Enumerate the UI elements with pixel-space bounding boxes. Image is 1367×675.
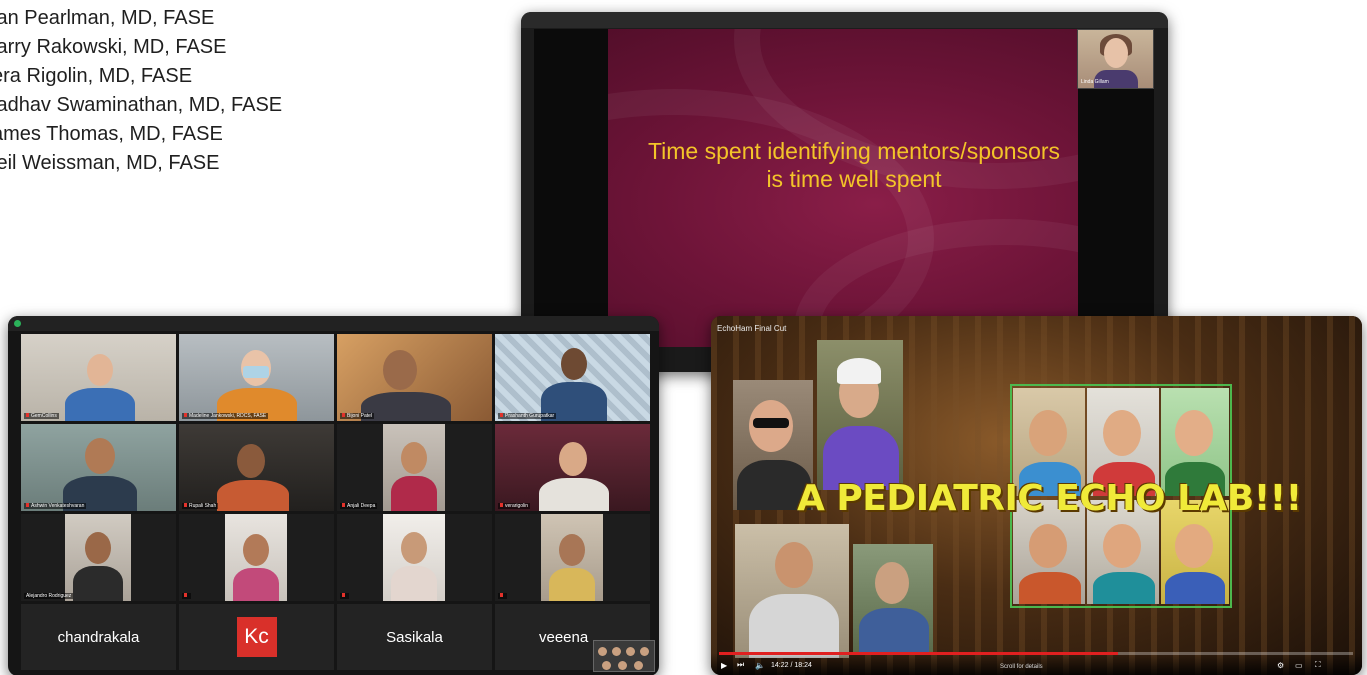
play-icon[interactable]: ▶ — [721, 661, 727, 670]
video-call-gallery-window: GemCollins Madeline Jankowski, RDCS, FAS… — [8, 316, 659, 675]
next-icon[interactable]: ⏭ — [737, 660, 744, 670]
faculty-name: ames Thomas, MD, FASE — [0, 123, 223, 145]
participant-tile[interactable] — [337, 514, 492, 601]
participant-name: GemCollins — [31, 413, 57, 419]
participant-tile-camera-off[interactable]: chandrakala — [21, 604, 176, 670]
collage-stage: lan Pearlman, MD, FASE larry Rakowski, M… — [0, 0, 1367, 675]
participant-tile[interactable] — [179, 514, 334, 601]
participant-name: Anjali Deepa — [347, 503, 376, 509]
participant-tile-camera-off[interactable]: Sasikala — [337, 604, 492, 670]
slide-text: Time spent identifying mentors/sponsors … — [647, 138, 1061, 192]
faculty-name: larry Rakowski, MD, FASE — [0, 36, 227, 58]
participant-display-name: Sasikala — [386, 628, 443, 646]
video-player-window: EchoHam Final Cut A PEDIATRIC ECHO LAB!!… — [711, 316, 1362, 675]
participant-name: verarigolin — [505, 503, 529, 509]
video-progress-fill — [719, 652, 1119, 655]
self-view-thumbnail[interactable] — [593, 640, 655, 672]
participant-tile[interactable]: Rupali Shah — [179, 424, 334, 511]
faculty-name: leil Weissman, MD, FASE — [0, 152, 220, 174]
faculty-name-list: lan Pearlman, MD, FASE larry Rakowski, M… — [0, 4, 282, 178]
participant-tile[interactable]: Anjali Deepa — [337, 424, 492, 511]
video-title[interactable]: EchoHam Final Cut — [717, 324, 786, 333]
participant-name: Prashanth Gurupatkar — [505, 413, 555, 419]
settings-gear-icon[interactable]: ⚙ — [1277, 661, 1284, 670]
faculty-name: era Rigolin, MD, FASE — [0, 65, 193, 87]
participant-tile[interactable]: GemCollins — [21, 334, 176, 421]
slide-letterbox-right — [1078, 87, 1154, 347]
fullscreen-icon[interactable]: ⛶ — [1315, 660, 1321, 670]
faculty-name: lan Pearlman, MD, FASE — [0, 7, 215, 29]
volume-icon[interactable]: 🔈 — [755, 661, 765, 670]
slide-letterbox-left — [534, 29, 608, 347]
participant-name: Rupali Shah — [189, 503, 217, 509]
participant-name: Madeline Jankowski, RDCS, FASE — [189, 413, 267, 419]
video-caption-text: A PEDIATRIC ECHO LAB!!! — [797, 478, 1302, 519]
speaker-name-tag: Linda Gillam — [1081, 79, 1109, 85]
cast-icon[interactable]: ▭ — [1295, 661, 1303, 670]
scroll-hint-text: Scroll for details — [1000, 664, 1043, 670]
speaker-video-thumbnail[interactable]: Linda Gillam — [1077, 29, 1154, 89]
participant-tile[interactable]: Ashwin Venkateshvaran — [21, 424, 176, 511]
window-title-bar — [8, 316, 659, 331]
participant-tile[interactable]: Prashanth Gurupatkar — [495, 334, 650, 421]
participant-name: Ashwin Venkateshvaran — [31, 503, 85, 509]
video-progress-bar[interactable] — [719, 652, 1353, 655]
participant-tile-active-speaker[interactable]: Madeline Jankowski, RDCS, FASE — [179, 334, 334, 421]
participant-tile[interactable] — [495, 514, 650, 601]
video-clip-person — [817, 340, 903, 490]
participant-tile[interactable]: Bijoni Patel — [337, 334, 492, 421]
video-time-readout: 14:22 / 18:24 — [771, 662, 812, 669]
participant-name: Alejandro Rodriguez — [26, 593, 72, 599]
video-clip-person — [853, 544, 933, 654]
participant-tile[interactable]: Alejandro Rodriguez — [21, 514, 176, 601]
participant-initials-avatar: Kc — [236, 617, 277, 657]
participant-display-name: chandrakala — [57, 628, 140, 646]
faculty-name: ladhav Swaminathan, MD, FASE — [0, 94, 283, 116]
participant-tile-camera-off[interactable]: Kc — [179, 604, 334, 670]
presentation-slide: Time spent identifying mentors/sponsors … — [534, 29, 1154, 347]
participant-name: Bijoni Patel — [347, 413, 373, 419]
window-title-bar — [521, 12, 1168, 28]
speaker-face — [1104, 38, 1128, 68]
participant-tile[interactable]: verarigolin — [495, 424, 650, 511]
recording-indicator-icon — [14, 320, 21, 327]
video-clip-person — [735, 524, 849, 658]
